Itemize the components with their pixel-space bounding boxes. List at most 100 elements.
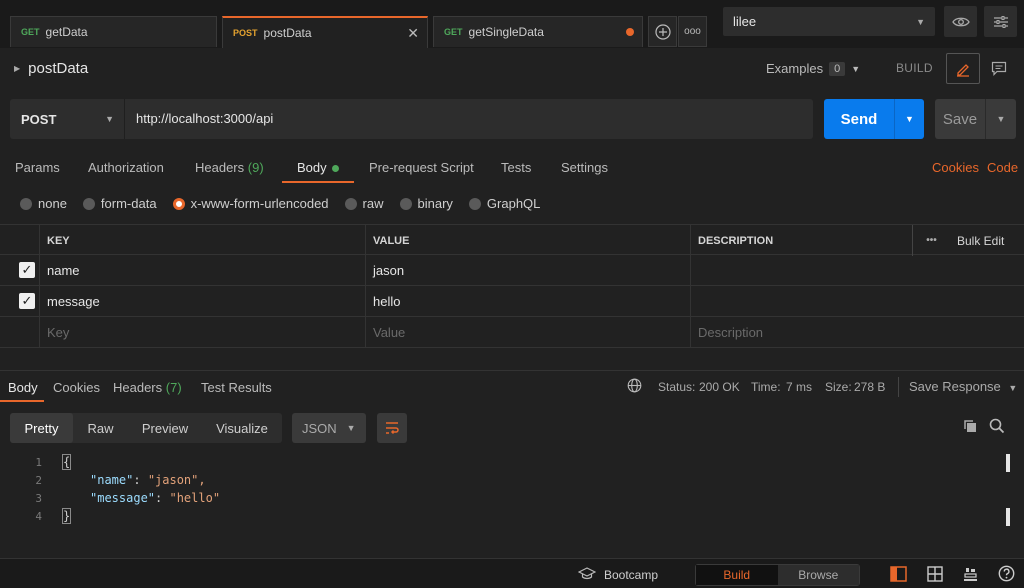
more-icon: ••• [926,235,937,246]
copy-icon[interactable] [962,418,978,437]
radio-circle [344,197,357,210]
save-response-button[interactable]: Save Response ▼ [909,379,1017,394]
tab-prerequest-script[interactable]: Pre-request Script [369,160,474,175]
table-row-empty: Key Value Description [0,317,1024,348]
scrollbar-thumb[interactable] [1006,508,1010,526]
tab-bar: GET getData POST postData ✕ GET getSingl… [0,0,1024,48]
tab-tests[interactable]: Tests [501,160,531,175]
method-select[interactable]: POST ▼ [10,99,125,139]
row-value[interactable]: hello [365,286,690,317]
wrap-lines-button[interactable] [377,413,407,443]
radio-none[interactable]: none [20,196,67,211]
environment-quick-look-button[interactable] [944,6,977,37]
bulk-edit-link[interactable]: Bulk Edit [950,225,1024,256]
caret-down-icon: ▼ [346,423,356,433]
cookies-link[interactable]: Cookies [932,160,979,175]
tab-getdata[interactable]: GET getData [10,16,217,47]
tab-authorization[interactable]: Authorization [88,160,164,175]
help-icon[interactable] [998,565,1015,585]
radio-label: form-data [100,196,157,211]
line-number: 2 [35,473,42,487]
caret-down-icon: ▼ [851,63,861,74]
scrollbar-thumb[interactable] [1006,454,1010,472]
tab-headers-label: Headers [195,160,245,175]
environment-select[interactable]: lilee ▼ [723,7,935,36]
description-placeholder[interactable]: Description [690,317,1024,348]
response-tab-body[interactable]: Body [8,380,38,395]
radio-graphql[interactable]: GraphQL [468,196,540,211]
more-icon: ooo [684,26,701,37]
tab-params[interactable]: Params [15,160,60,175]
row-description[interactable] [690,255,1024,286]
caret-down-icon[interactable]: ▼ [985,99,1016,139]
two-pane-view-icon[interactable] [890,566,907,585]
table-options-button[interactable]: ••• [912,225,950,256]
request-title[interactable]: ▶ postData [14,60,88,77]
caret-down-icon[interactable]: ▼ [894,99,924,139]
code-link[interactable]: Code [987,160,1018,175]
tab-getsingledata[interactable]: GET getSingleData [433,16,643,47]
browse-toggle[interactable]: Browse [777,565,859,585]
search-icon[interactable] [989,418,1005,437]
tab-method: GET [21,27,40,37]
response-tab-cookies[interactable]: Cookies [53,380,100,395]
radio-raw[interactable]: raw [344,196,384,211]
key-placeholder[interactable]: Key [39,317,365,348]
radio-binary[interactable]: binary [399,196,453,211]
radio-label: none [38,196,67,211]
row-checkbox[interactable]: ✓ [19,262,35,278]
row-checkbox[interactable]: ✓ [19,293,35,309]
keyboard-shortcuts-icon[interactable] [962,565,979,585]
edit-button[interactable] [946,53,980,84]
method-label: POST [21,111,57,127]
radio-label: binary [417,196,453,211]
close-icon[interactable]: ✕ [407,25,419,42]
response-tab-test-results[interactable]: Test Results [201,380,272,395]
tab-method: GET [444,27,463,37]
tab-body-label: Body [297,160,327,175]
caret-down-icon: ▼ [105,114,114,124]
json-value: "hello" [169,491,221,505]
bootcamp-link[interactable]: Bootcamp [604,568,658,582]
tab-body[interactable]: Body [297,160,339,175]
build-toggle[interactable]: Build [696,565,778,585]
caret-right-icon[interactable]: ▶ [14,64,20,73]
format-label: JSON [302,420,337,436]
format-select[interactable]: JSON ▼ [292,413,366,443]
build-browse-toggle: Build Browse [695,564,860,586]
code-line: 2 "name": "jason", [0,471,1000,489]
url-input[interactable]: http://localhost:3000/api [136,111,273,126]
radio-x-www-form-urlencoded[interactable]: x-www-form-urlencoded [172,196,329,211]
radio-label: x-www-form-urlencoded [190,196,329,211]
send-button[interactable]: Send ▼ [824,99,924,139]
tab-headers[interactable]: Headers (9) [195,160,264,175]
tab-settings[interactable]: Settings [561,160,608,175]
caret-down-icon: ▼ [1008,383,1018,393]
row-value[interactable]: jason [365,255,690,286]
status-bar: Bootcamp Build Browse [0,558,1024,588]
value-placeholder[interactable]: Value [365,317,690,348]
manage-environments-button[interactable] [984,6,1017,37]
url-bar: POST ▼ http://localhost:3000/api [10,99,813,139]
status-value: 200 OK [699,380,740,394]
row-description[interactable] [690,286,1024,317]
view-raw[interactable]: Raw [73,413,128,443]
view-visualize[interactable]: Visualize [202,413,282,443]
radio-form-data[interactable]: form-data [82,196,157,211]
tab-postdata[interactable]: POST postData ✕ [222,16,428,48]
code-line: 4 } [0,507,1000,525]
row-key[interactable]: message [39,286,365,317]
tab-options-button[interactable]: ooo [678,16,707,47]
tab-label: postData [263,26,312,40]
new-tab-button[interactable] [648,16,677,47]
graduation-cap-icon [577,567,597,583]
view-pretty[interactable]: Pretty [10,413,73,443]
globe-icon[interactable] [627,378,642,396]
comments-button[interactable] [982,53,1016,84]
response-tab-headers[interactable]: Headers (7) [113,380,182,395]
row-key[interactable]: name [39,255,365,286]
examples-dropdown[interactable]: Examples 0 ▼ [766,61,860,76]
view-preview[interactable]: Preview [128,413,202,443]
panes-icon[interactable] [927,566,943,585]
save-button[interactable]: Save ▼ [935,99,1016,139]
